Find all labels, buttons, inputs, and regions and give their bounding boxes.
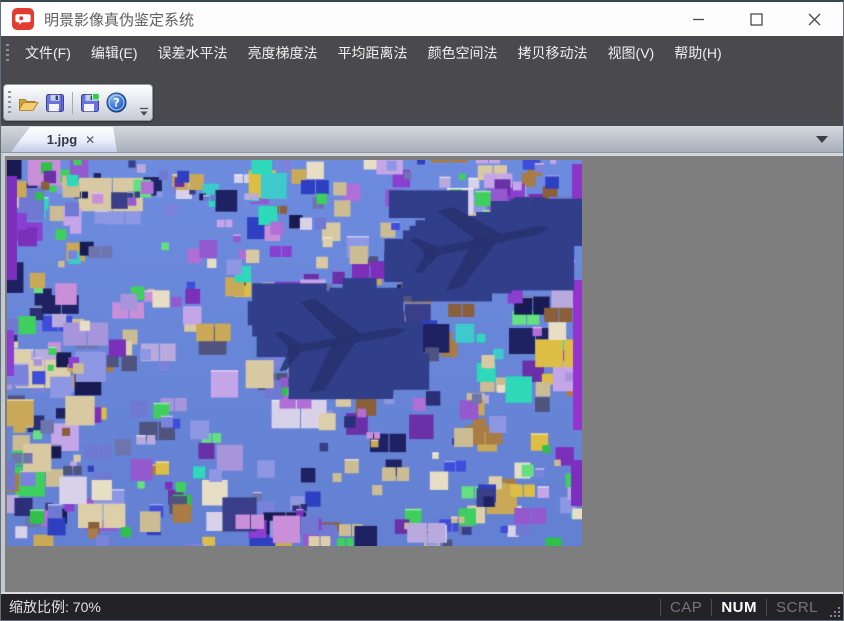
app-window: 明景影像真伪鉴定系统 文件(F) 编辑(E) 误差水平法 亮度梯度法 平均距离法… <box>0 0 844 621</box>
menu-item-edit[interactable]: 编辑(E) <box>81 36 148 70</box>
scroll-lock-indicator: SCRL <box>767 599 827 616</box>
save-as-button[interactable] <box>77 89 103 117</box>
tab-strip: 1.jpg ✕ <box>1 126 843 153</box>
menu-grip-icon <box>6 44 9 62</box>
chevron-overflow-icon <box>139 107 149 117</box>
num-lock-indicator: NUM <box>712 599 766 616</box>
window-controls <box>669 2 843 36</box>
tab-list-dropdown-button[interactable] <box>811 126 833 152</box>
tab-label: 1.jpg <box>47 132 77 147</box>
chevron-down-icon <box>816 136 828 143</box>
minimize-icon <box>692 13 705 26</box>
menu-item-error-level[interactable]: 误差水平法 <box>148 36 238 70</box>
app-logo-icon <box>12 8 34 30</box>
menu-item-view[interactable]: 视图(V) <box>598 36 665 70</box>
save-button[interactable] <box>42 89 68 117</box>
toolbar-overflow-button[interactable] <box>138 105 150 118</box>
menu-item-color-space[interactable]: 颜色空间法 <box>418 36 508 70</box>
status-bar: 缩放比例: 70% CAP NUM SCRL <box>1 592 843 620</box>
minimize-button[interactable] <box>669 2 727 36</box>
menu-item-file[interactable]: 文件(F) <box>15 36 81 70</box>
tab-close-icon[interactable]: ✕ <box>85 134 95 146</box>
menu-item-help[interactable]: 帮助(H) <box>664 36 731 70</box>
keyboard-indicators: CAP NUM SCRL <box>660 594 843 620</box>
maximize-icon <box>750 13 763 26</box>
caps-lock-indicator: CAP <box>661 599 711 616</box>
window-title: 明景影像真伪鉴定系统 <box>44 9 669 30</box>
help-icon: ? <box>106 92 127 113</box>
menu-item-brightness-gradient[interactable]: 亮度梯度法 <box>238 36 328 70</box>
folder-open-icon <box>18 93 40 113</box>
svg-text:?: ? <box>113 96 120 110</box>
open-file-button[interactable] <box>16 89 42 117</box>
toolbar-row: ? <box>1 70 843 126</box>
floppy-disk-icon <box>45 93 65 113</box>
toolbar: ? <box>3 84 153 121</box>
close-button[interactable] <box>785 2 843 36</box>
document-tab[interactable]: 1.jpg ✕ <box>11 127 117 152</box>
document-area <box>1 153 843 592</box>
close-icon <box>808 13 821 26</box>
menu-item-copy-move[interactable]: 拷贝移动法 <box>508 36 598 70</box>
menu-bar: 文件(F) 编辑(E) 误差水平法 亮度梯度法 平均距离法 颜色空间法 拷贝移动… <box>1 36 843 70</box>
image-canvas[interactable] <box>7 160 582 546</box>
resize-grip-icon <box>829 606 841 618</box>
floppy-disk-plus-icon <box>80 93 100 113</box>
resize-grip[interactable] <box>827 594 843 620</box>
toolbar-grip-icon <box>8 91 11 115</box>
menu-item-mean-distance[interactable]: 平均距离法 <box>328 36 418 70</box>
zoom-level-label: 缩放比例: 70% <box>9 597 660 617</box>
maximize-button[interactable] <box>727 2 785 36</box>
help-button[interactable]: ? <box>103 89 129 117</box>
title-bar: 明景影像真伪鉴定系统 <box>1 2 843 36</box>
toolbar-separator <box>72 92 73 114</box>
